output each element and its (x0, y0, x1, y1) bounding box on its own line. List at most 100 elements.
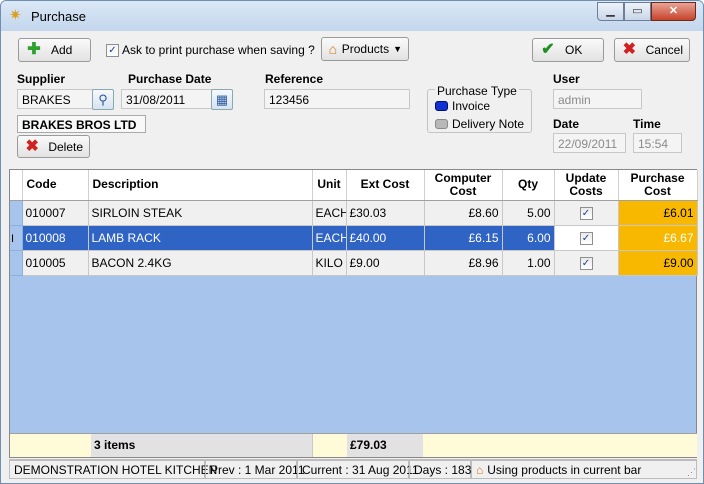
purchase-header: Supplier BRAKES ⚲ BRAKES BROS LTD ✖ Dele… (9, 68, 697, 164)
status-products-note: ⌂ Using products in current bar (471, 460, 697, 479)
table-row[interactable]: 010005 BACON 2.4KG KILO £9.00 £8.96 1.00… (10, 250, 698, 276)
add-button[interactable]: ✚ Add (18, 38, 91, 62)
cell-purchase-cost[interactable]: £6.67 (618, 225, 698, 251)
cell-code[interactable]: 010005 (22, 250, 89, 276)
col-description[interactable]: Description (88, 170, 313, 201)
status-current: Current : 31 Aug 2011 (297, 460, 419, 479)
cell-computer-cost[interactable]: £8.60 (424, 200, 503, 226)
minimize-button[interactable]: ▁ (597, 2, 624, 21)
footer-item-count: 3 items (91, 434, 313, 457)
cell-update-costs[interactable]: ✓ (554, 250, 619, 276)
purchase-date-field[interactable]: 31/08/2011 (121, 89, 213, 109)
text-cursor-icon: I (11, 232, 15, 245)
reference-label: Reference (265, 72, 324, 86)
cell-purchase-cost[interactable]: £9.00 (618, 250, 698, 276)
time-field: 15:54 (633, 133, 682, 153)
cell-unit[interactable]: EACH (312, 200, 347, 226)
ok-button[interactable]: ✔ OK (532, 38, 604, 62)
calendar-icon[interactable]: ▦ (211, 89, 233, 110)
row-indicator-current[interactable]: I (10, 225, 23, 251)
purchase-type-label: Purchase Type (435, 84, 519, 98)
ask-print-checkbox[interactable]: ✓ (106, 43, 119, 57)
house-icon: ⌂ (476, 462, 484, 477)
cell-purchase-cost[interactable]: £6.01 (618, 200, 698, 226)
cell-description[interactable]: SIRLOIN STEAK (88, 200, 313, 226)
date-label: Date (553, 117, 580, 131)
cell-unit[interactable]: KILO (312, 250, 347, 276)
app-icon: ✷ (9, 7, 22, 24)
update-costs-checkbox[interactable]: ✓ (579, 232, 593, 245)
search-icon[interactable]: ⚲ (92, 89, 114, 110)
delivery-note-radio[interactable]: Delivery Note (435, 117, 524, 131)
cancel-button[interactable]: ✖ Cancel (614, 38, 690, 62)
date-field: 22/09/2011 (553, 133, 626, 153)
cell-ext-cost[interactable]: £9.00 (346, 250, 425, 276)
cancel-label: Cancel (645, 43, 683, 57)
row-indicator[interactable] (10, 200, 23, 226)
status-bar: DEMONSTRATION HOTEL KITCHEN Prev : 1 Mar… (9, 459, 697, 479)
radio-on-icon (435, 101, 448, 111)
cell-ext-cost[interactable]: £40.00 (346, 225, 425, 251)
cell-qty[interactable]: 6.00 (502, 225, 555, 251)
cell-description[interactable]: BACON 2.4KG (88, 250, 313, 276)
col-qty[interactable]: Qty (502, 170, 555, 201)
cell-unit[interactable]: EACH (312, 225, 347, 251)
products-button[interactable]: ⌂ Products ▼ (321, 37, 409, 61)
user-field: admin (553, 89, 642, 109)
cell-computer-cost[interactable]: £6.15 (424, 225, 503, 251)
table-row[interactable]: 010007 SIRLOIN STEAK EACH £30.03 £8.60 5… (10, 200, 698, 226)
close-button[interactable]: ✕ (651, 2, 696, 21)
status-prev: Prev : 1 Mar 2011 (205, 460, 305, 479)
supplier-label: Supplier (17, 72, 66, 86)
cell-qty[interactable]: 5.00 (502, 200, 555, 226)
ask-print-checkbox-row[interactable]: ✓ Ask to print purchase when saving ? (106, 43, 315, 57)
resize-grip-icon[interactable]: ⋰ (687, 467, 696, 478)
cell-qty[interactable]: 1.00 (502, 250, 555, 276)
delete-x-icon: ✖ (25, 137, 39, 155)
cell-computer-cost[interactable]: £8.96 (424, 250, 503, 276)
cell-code[interactable]: 010008 (22, 225, 89, 251)
toolbar: ✚ Add ✓ Ask to print purchase when savin… (9, 32, 697, 68)
house-icon: ⌂ (328, 41, 338, 57)
table-row-selected[interactable]: I 010008 LAMB RACK EACH £40.00 £6.15 6.0… (10, 225, 698, 251)
purchase-lines-grid: Code Description Unit Ext Cost Computer … (9, 169, 698, 458)
radio-off-icon (435, 119, 448, 129)
delete-button[interactable]: ✖ Delete (17, 135, 90, 158)
update-costs-checkbox[interactable]: ✓ (579, 257, 593, 270)
supplier-code-field[interactable]: BRAKES (17, 89, 93, 109)
purchase-window: ✷ Purchase ▁ ▭ ✕ ✚ Add ✓ Ask to print pu… (0, 0, 704, 484)
row-indicator-header (10, 170, 23, 201)
invoice-radio[interactable]: Invoice (435, 99, 490, 113)
status-days: Days : 183 (409, 460, 471, 479)
plus-icon: ✚ (27, 41, 41, 58)
supplier-name: BRAKES BROS LTD (17, 115, 146, 133)
cancel-x-icon: ✖ (622, 41, 637, 58)
update-costs-checkbox[interactable]: ✓ (579, 207, 593, 220)
cell-update-costs[interactable]: ✓ (554, 200, 619, 226)
row-indicator[interactable] (10, 250, 23, 276)
maximize-button[interactable]: ▭ (624, 2, 651, 21)
grid-footer: 3 items £79.03 (10, 433, 697, 457)
purchase-date-label: Purchase Date (128, 72, 212, 86)
ask-print-label: Ask to print purchase when saving ? (122, 43, 315, 57)
col-update-costs[interactable]: Update Costs (554, 170, 619, 201)
col-computer-cost[interactable]: Computer Cost (424, 170, 503, 201)
invoice-label: Invoice (452, 99, 491, 113)
col-ext-cost[interactable]: Ext Cost (346, 170, 425, 201)
footer-ext-cost-total: £79.03 (347, 434, 423, 457)
col-code[interactable]: Code (22, 170, 89, 201)
cell-ext-cost[interactable]: £30.03 (346, 200, 425, 226)
cell-description[interactable]: LAMB RACK (88, 225, 313, 251)
col-unit[interactable]: Unit (312, 170, 347, 201)
ok-label: OK (565, 43, 583, 57)
cell-update-costs[interactable]: ✓ (554, 225, 619, 251)
col-purchase-cost[interactable]: Purchase Cost (618, 170, 698, 201)
delete-label: Delete (48, 139, 83, 154)
reference-field[interactable]: 123456 (264, 89, 410, 109)
status-products-note-text: Using products in current bar (487, 462, 642, 477)
products-label: Products (341, 42, 390, 56)
add-label: Add (51, 43, 73, 57)
user-label: User (553, 72, 580, 86)
window-title: Purchase (31, 9, 86, 24)
cell-code[interactable]: 010007 (22, 200, 89, 226)
